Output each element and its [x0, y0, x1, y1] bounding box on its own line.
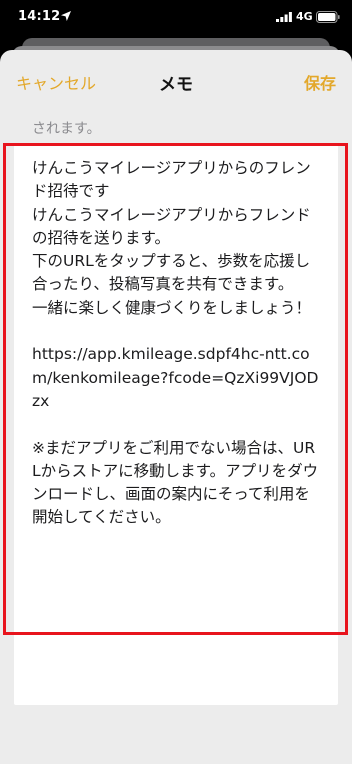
save-button[interactable]: 保存 — [304, 70, 336, 94]
battery-icon — [316, 11, 340, 23]
bottom-area — [0, 740, 352, 764]
status-bar: 14:12 4G — [0, 0, 352, 36]
nav-title: メモ — [159, 75, 193, 95]
status-time: 14:12 — [18, 9, 61, 24]
location-arrow-icon — [61, 11, 71, 21]
highlight-frame — [3, 143, 348, 635]
network-type-label: 4G — [296, 10, 313, 23]
preview-text: されます。 — [32, 121, 101, 137]
screen: 14:12 4G キャンセル メモ 保存 されます。 けんこうマイレージアプリか… — [0, 0, 352, 764]
cellular-signal-icon — [276, 12, 292, 22]
nav-bar: キャンセル メモ 保存 — [0, 50, 352, 116]
